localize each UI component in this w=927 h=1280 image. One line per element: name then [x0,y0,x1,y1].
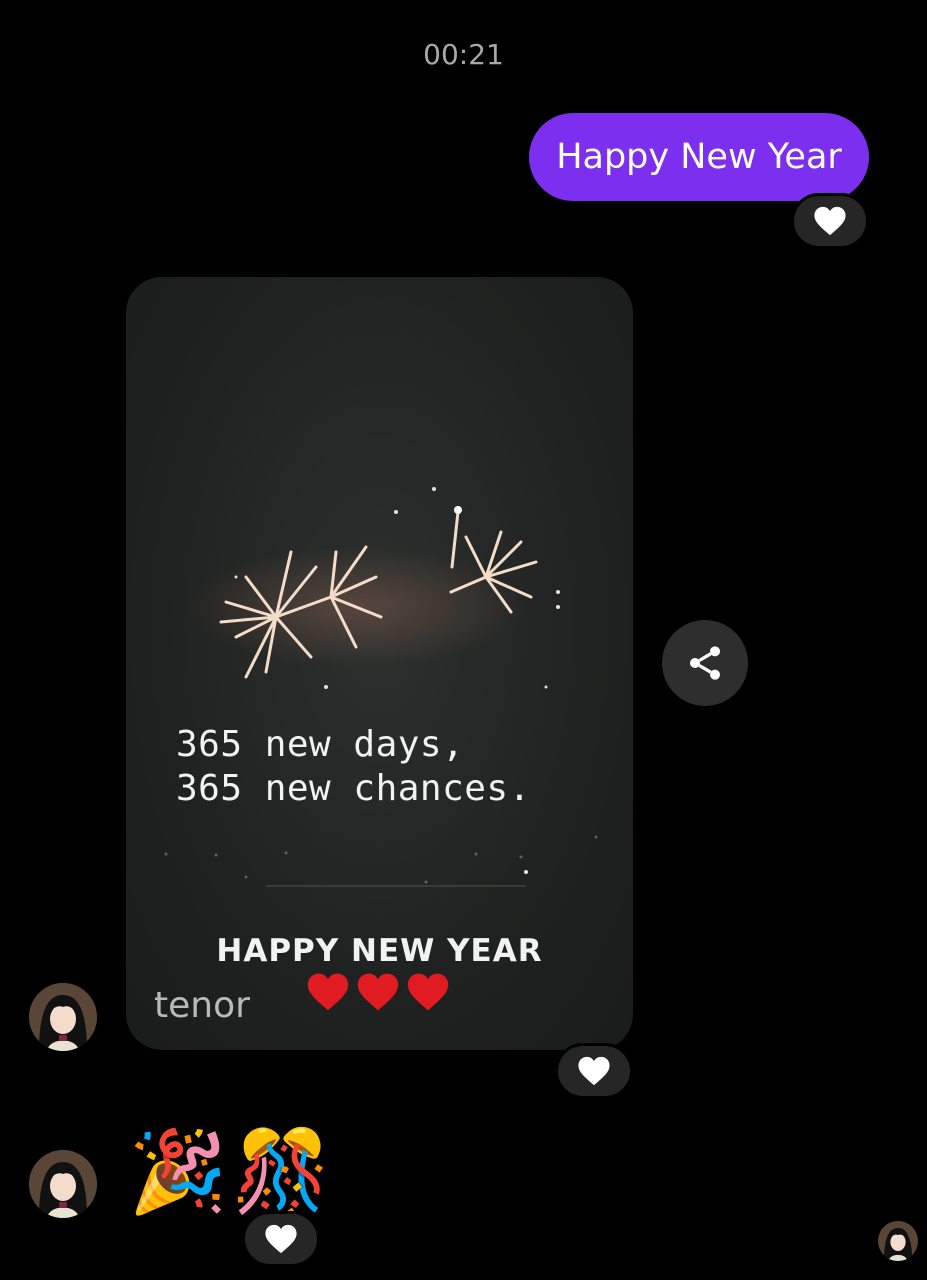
red-heart-icon [407,973,449,1011]
sent-message-bubble[interactable]: Happy New Year [529,113,869,201]
anime-avatar-icon [29,983,97,1051]
contact-avatar[interactable] [29,1150,97,1218]
anime-avatar-icon [878,1221,918,1261]
gif-message[interactable]: 365 new days, 365 new chances. HAPPY NEW… [126,277,633,1050]
emoji-message-reaction[interactable] [242,1211,320,1267]
sent-message-text: Happy New Year [556,137,842,177]
party-popper-emoji: 🎉 [128,1127,228,1216]
anime-avatar-icon [29,1150,97,1218]
chat-timestamp: 00:21 [423,38,504,71]
gif-quote: 365 new days, 365 new chances. [176,723,531,811]
white-heart-icon [265,1224,297,1254]
red-heart-icon [357,973,399,1011]
contact-avatar[interactable] [29,983,97,1051]
share-button[interactable] [662,620,748,706]
tenor-watermark: tenor [154,985,250,1026]
confetti-ball-emoji: 🎊 [231,1127,332,1216]
gif-message-reaction[interactable] [555,1043,633,1099]
gif-hearts [306,971,450,1013]
emoji-message[interactable]: 🎉 🎊 [128,1124,331,1220]
white-heart-icon [578,1056,610,1086]
share-icon [690,646,720,680]
white-heart-icon [814,206,846,236]
gif-quote-line-2: 365 new chances. [176,768,531,809]
seen-avatar [878,1221,918,1261]
sent-message-reaction[interactable] [791,193,869,249]
gif-quote-line-1: 365 new days, [176,724,465,765]
gif-greeting: HAPPY NEW YEAR [216,933,543,969]
red-heart-icon [307,973,349,1011]
